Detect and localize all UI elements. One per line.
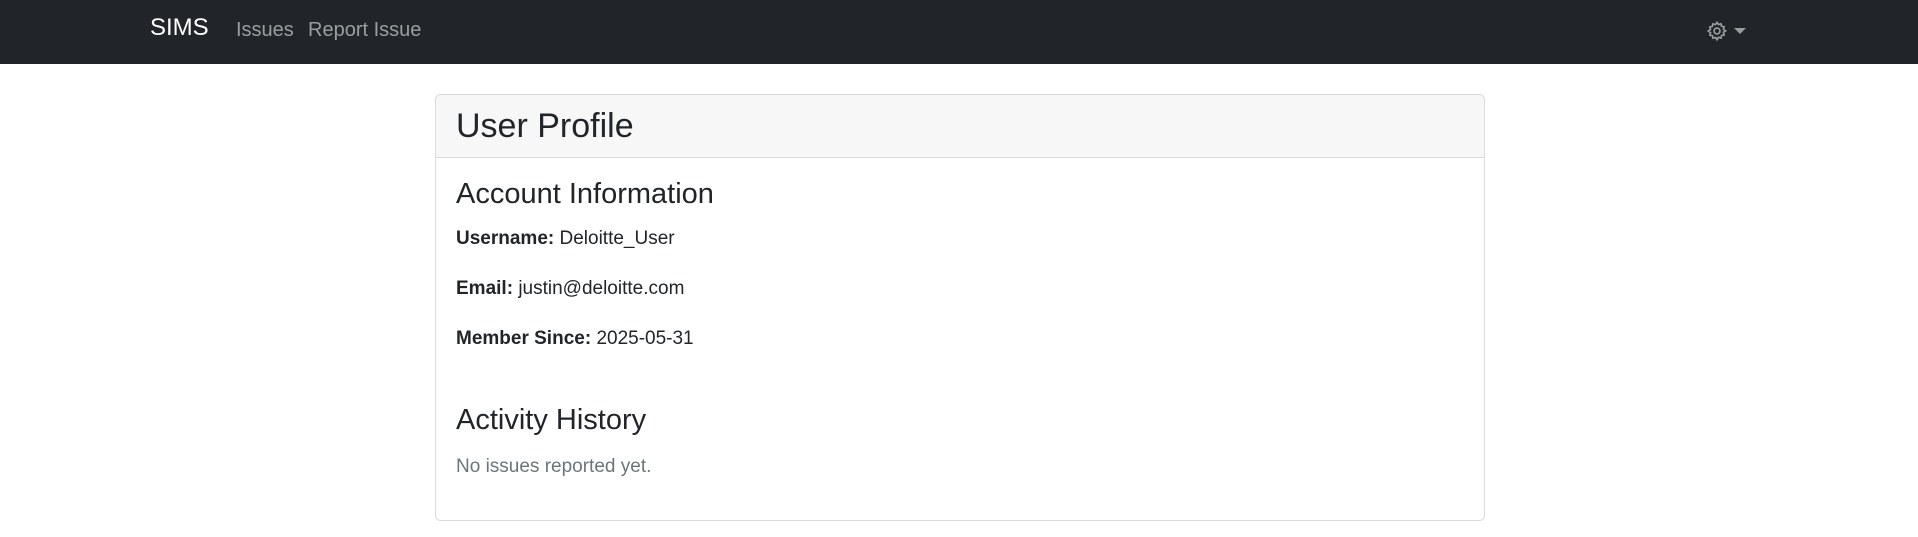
chevron-down-icon [1734,28,1746,34]
member-since-label: Member Since: [456,328,592,349]
email-row: Email: justin@deloitte.com [456,278,684,300]
email-value: justin@deloitte.com [518,278,685,299]
top-navbar: SIMS Issues Report Issue [0,0,1918,64]
username-row: Username: Deloitte_User [456,228,675,250]
gear-icon [1706,20,1728,42]
email-label: Email: [456,278,514,299]
user-profile-card: User Profile Account Information Usernam… [435,94,1485,521]
activity-empty-message: No issues reported yet. [456,456,652,477]
page-title: User Profile [456,107,634,145]
brand-link[interactable]: SIMS [150,14,209,42]
member-since-value: 2025-05-31 [596,328,694,349]
nav-link-issues[interactable]: Issues [236,19,294,42]
username-label: Username: [456,228,555,249]
nav-link-report-issue[interactable]: Report Issue [308,19,421,42]
member-since-row: Member Since: 2025-05-31 [456,328,694,350]
card-header: User Profile [436,95,1484,158]
activity-history-heading: Activity History [456,404,647,436]
settings-dropdown-toggle[interactable] [1704,16,1752,46]
account-info-heading: Account Information [456,178,714,210]
username-value: Deloitte_User [559,228,675,249]
